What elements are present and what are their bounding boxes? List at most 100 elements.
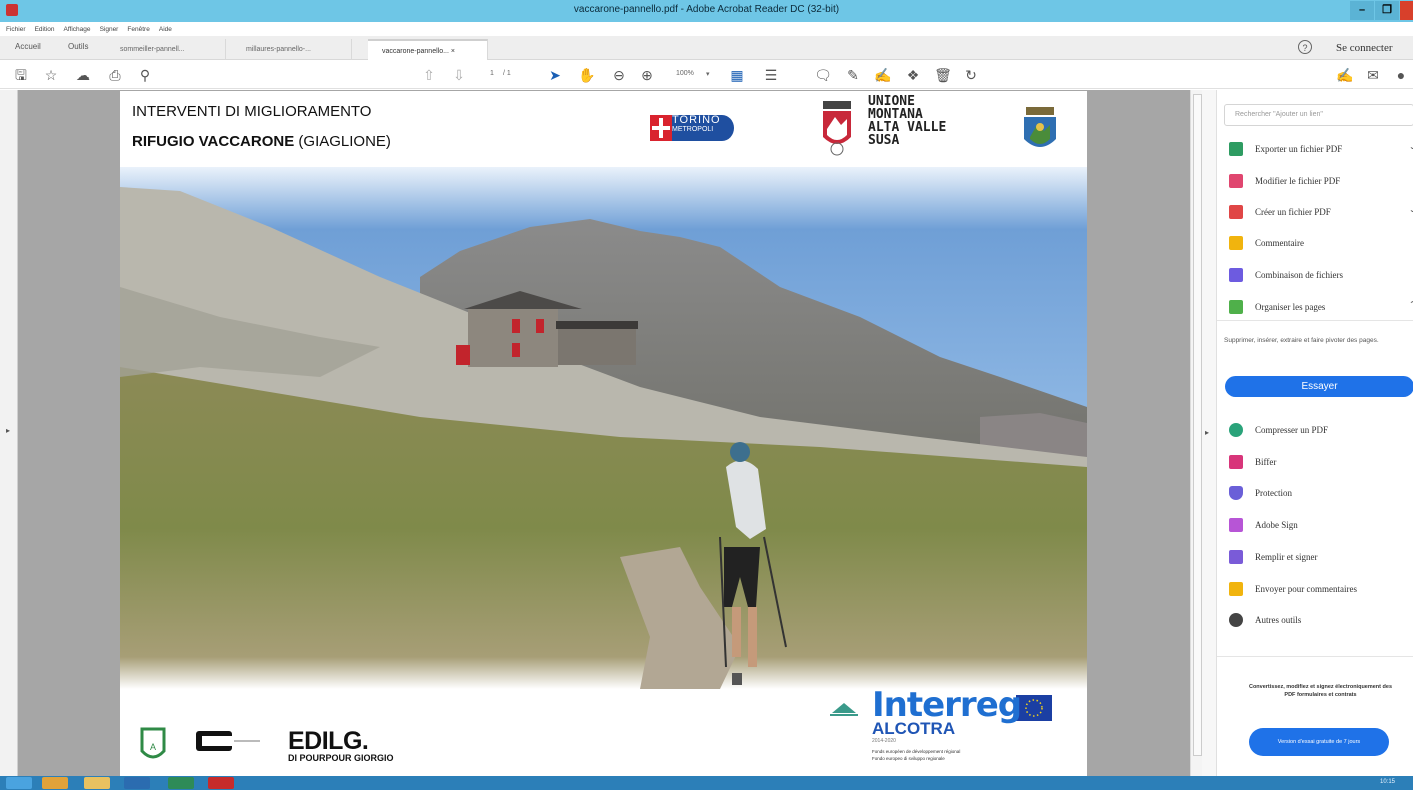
tool-compress-pdf[interactable]: Compresser un PDF — [1229, 423, 1413, 441]
doc-tab-millaures[interactable]: millaures-pannello-... — [232, 39, 352, 60]
rotate-icon[interactable]: ↻ — [962, 67, 980, 83]
select-cursor-icon[interactable]: ➤ — [546, 67, 564, 83]
sign-icon[interactable]: ✍ — [874, 67, 892, 83]
edit-pdf-icon — [1229, 174, 1243, 188]
unione-montana-crest — [823, 101, 851, 156]
organize-pages-icon — [1229, 300, 1243, 314]
right-pane-handle[interactable]: ▸ — [1202, 90, 1216, 776]
hand-tool-icon[interactable]: ✋ — [578, 67, 596, 83]
tool-protect[interactable]: Protection — [1229, 486, 1413, 504]
highlight-pen-icon[interactable]: ✎ — [844, 67, 862, 83]
scroll-mode-icon[interactable]: ☰ — [762, 67, 780, 83]
chevron-down-icon[interactable]: ⌄ — [1409, 205, 1413, 214]
try-button[interactable]: Essayer — [1225, 376, 1413, 397]
tool-redact[interactable]: Biffer — [1229, 455, 1413, 473]
left-pane-handle[interactable]: ▸ — [0, 90, 18, 776]
alcotra-years: 2014-2020 — [872, 738, 896, 744]
divider — [1217, 656, 1413, 657]
print-icon[interactable]: ⎙ — [106, 67, 124, 83]
redact-icon — [1229, 455, 1243, 469]
sign-request-icon[interactable]: ✍ — [1336, 67, 1354, 83]
page-down-icon[interactable]: ⇩ — [450, 67, 468, 83]
tool-label: Remplir et signer — [1255, 552, 1318, 562]
menu-sign[interactable]: Signer — [100, 26, 119, 33]
refuge-landscape-photo — [120, 167, 1087, 689]
page-total: / 1 — [503, 70, 511, 77]
menu-view[interactable]: Affichage — [64, 26, 91, 33]
edilg-subtitle: DI POURPOUR GIORGIO — [288, 753, 394, 763]
chevron-up-icon[interactable]: ⌃ — [1409, 300, 1413, 309]
tool-create-pdf[interactable]: Créer un fichier PDF ⌄ — [1229, 205, 1413, 223]
minimize-button[interactable]: – — [1350, 1, 1374, 20]
expand-left-icon[interactable]: ▸ — [6, 426, 10, 435]
search-icon[interactable]: ⚲ — [136, 67, 154, 83]
tool-edit-pdf[interactable]: Modifier le fichier PDF — [1229, 174, 1413, 192]
organize-pages-description: Supprimer, insérer, extraire et faire pi… — [1224, 337, 1379, 344]
outlook-taskbar-icon[interactable] — [124, 777, 150, 789]
tool-adobe-sign[interactable]: Adobe Sign — [1229, 518, 1413, 536]
app-taskbar-icon[interactable] — [168, 777, 194, 789]
tool-label: Compresser un PDF — [1255, 425, 1329, 435]
scrollbar-thumb[interactable] — [1193, 94, 1202, 756]
fill-sign-icon — [1229, 550, 1243, 564]
pdf-page: INTERVENTI DI MIGLIORAMENTO RIFUGIO VACC… — [120, 91, 1087, 776]
stamp-icon[interactable]: ❖ — [904, 67, 922, 83]
tool-label: Organiser les pages — [1255, 302, 1326, 312]
acrobat-taskbar-icon[interactable] — [208, 777, 234, 789]
tool-comment[interactable]: Commentaire — [1229, 236, 1413, 254]
more-icon[interactable]: ● — [1392, 67, 1410, 83]
tool-organize-pages[interactable]: Organiser les pages ⌃ — [1229, 300, 1413, 318]
tool-combine-files[interactable]: Combinaison de fichiers — [1229, 268, 1413, 286]
doc-tab-vaccarone[interactable]: vaccarone-pannello... × — [368, 39, 488, 60]
tab-home[interactable]: Accueil — [15, 42, 41, 51]
fit-page-icon[interactable]: ▦ — [728, 67, 746, 83]
menu-window[interactable]: Fenêtre — [127, 26, 149, 33]
free-trial-button[interactable]: Version d'essai gratuite de 7 jours — [1249, 728, 1389, 756]
svg-text:A: A — [150, 742, 156, 752]
tool-label: Combinaison de fichiers — [1255, 270, 1343, 280]
page-up-icon[interactable]: ⇧ — [420, 67, 438, 83]
um-line4: SUSA — [868, 133, 900, 148]
vertical-scrollbar[interactable] — [1190, 90, 1202, 776]
start-icon[interactable] — [6, 777, 32, 789]
tool-more-tools[interactable]: Autres outils — [1229, 613, 1413, 631]
menu-file[interactable]: Fichier — [6, 26, 26, 33]
tool-send-for-comments[interactable]: Envoyer pour commentaires — [1229, 582, 1413, 600]
sign-in-link[interactable]: Se connecter — [1336, 42, 1393, 54]
tool-fill-sign[interactable]: Remplir et signer — [1229, 550, 1413, 568]
comune-giaglione-crest — [1024, 107, 1056, 147]
zoom-in-icon[interactable]: ⊕ — [638, 67, 656, 83]
folder-taskbar-icon[interactable] — [84, 777, 110, 789]
chevron-down-icon[interactable]: ▾ — [706, 70, 710, 78]
maximize-button[interactable]: ❐ — [1375, 1, 1399, 20]
tools-search-input[interactable]: Rechercher "Ajouter un lien" — [1224, 104, 1413, 126]
close-button[interactable] — [1400, 1, 1413, 20]
chevron-down-icon[interactable]: ⌄ — [1409, 142, 1413, 151]
promo-text: Convertissez, modifiez et signez électro… — [1248, 684, 1393, 698]
torino-logo-text: TORINO METROPOLI — [672, 115, 721, 135]
help-icon[interactable]: ? — [1298, 40, 1312, 54]
mail-icon[interactable]: ✉ — [1364, 67, 1382, 83]
save-icon[interactable]: 🖫 — [12, 67, 30, 83]
menu-help[interactable]: Aide — [159, 26, 172, 33]
c-architecture-logo — [196, 731, 260, 751]
comment-icon[interactable]: 🗨 — [814, 67, 832, 83]
compress-pdf-icon — [1229, 423, 1243, 437]
collapse-right-icon[interactable]: ▸ — [1205, 428, 1209, 437]
metropoli-word: METROPOLI — [672, 126, 714, 133]
upload-cloud-icon[interactable]: ☁ — [74, 67, 92, 83]
browser-taskbar-icon[interactable] — [42, 777, 68, 789]
zoom-level-select[interactable]: 100% — [676, 70, 694, 77]
zoom-out-icon[interactable]: ⊖ — [610, 67, 628, 83]
doc-tab-sommeiller[interactable]: sommeiller-pannell... — [106, 39, 226, 60]
bookmark-star-icon[interactable]: ☆ — [42, 67, 60, 83]
page-number-input[interactable]: 1 — [490, 70, 494, 77]
shield-icon — [1229, 486, 1243, 500]
refuge-name: RIFUGIO VACCARONE — [132, 133, 295, 150]
tool-export-pdf[interactable]: Exporter un fichier PDF ⌄ — [1229, 142, 1413, 160]
taskbar: 10:15 — [0, 776, 1413, 790]
menu-edit[interactable]: Edition — [35, 26, 55, 33]
tab-tools[interactable]: Outils — [68, 42, 88, 51]
clock: 10:15 — [1380, 779, 1396, 785]
delete-icon[interactable]: 🗑 — [934, 67, 952, 83]
